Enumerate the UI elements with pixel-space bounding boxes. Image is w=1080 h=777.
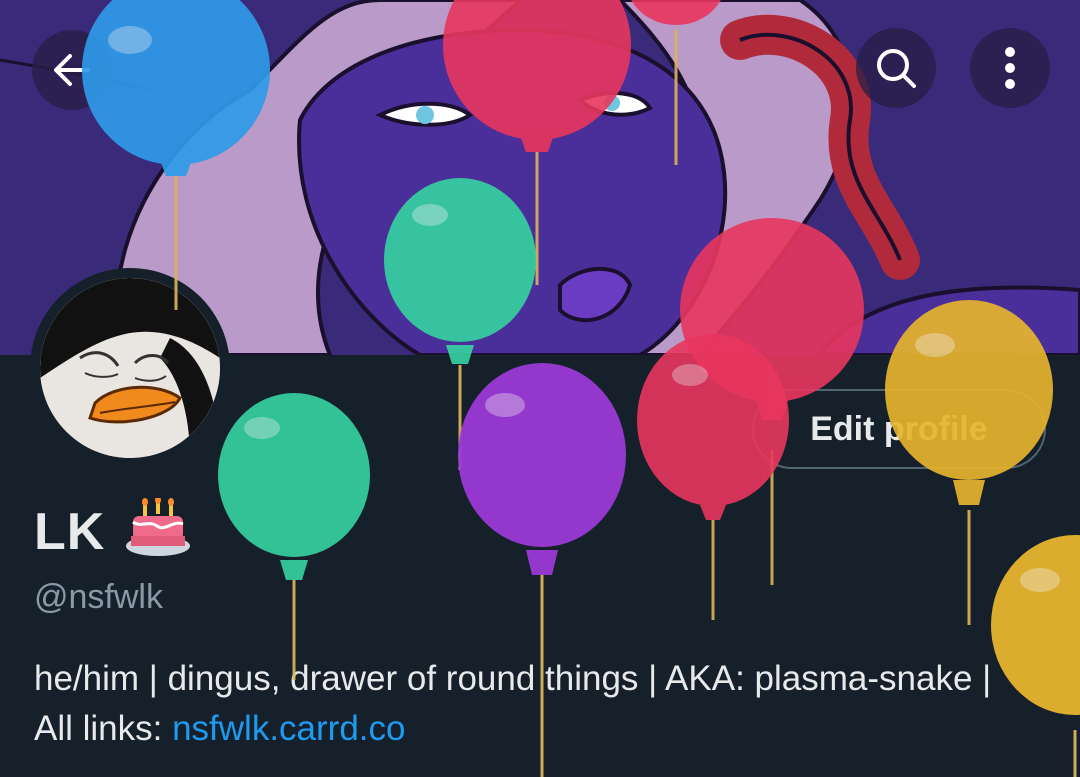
display-name: LK (34, 502, 106, 561)
arrow-left-icon (54, 54, 90, 86)
bio-link[interactable]: nsfwlk.carrd.co (172, 709, 405, 748)
search-icon (877, 49, 916, 88)
user-handle: @nsfwlk (34, 578, 163, 616)
balloon-green-left (218, 393, 370, 680)
profile-screen: Edit profile LK @nsfwlk he/him | dingus,… (0, 0, 1080, 777)
birthday-cake-icon (125, 496, 191, 565)
back-button[interactable] (32, 30, 112, 110)
balloon-red-lower (637, 334, 789, 620)
profile-bio: he/him | dingus, drawer of round things … (34, 654, 1034, 754)
search-button[interactable] (856, 28, 936, 108)
more-options-button[interactable] (970, 28, 1050, 108)
avatar[interactable] (30, 268, 230, 468)
edit-profile-button[interactable]: Edit profile (752, 389, 1046, 469)
avatar-image (40, 278, 220, 458)
more-vertical-icon (1005, 47, 1015, 89)
name-row: LK (34, 496, 191, 565)
